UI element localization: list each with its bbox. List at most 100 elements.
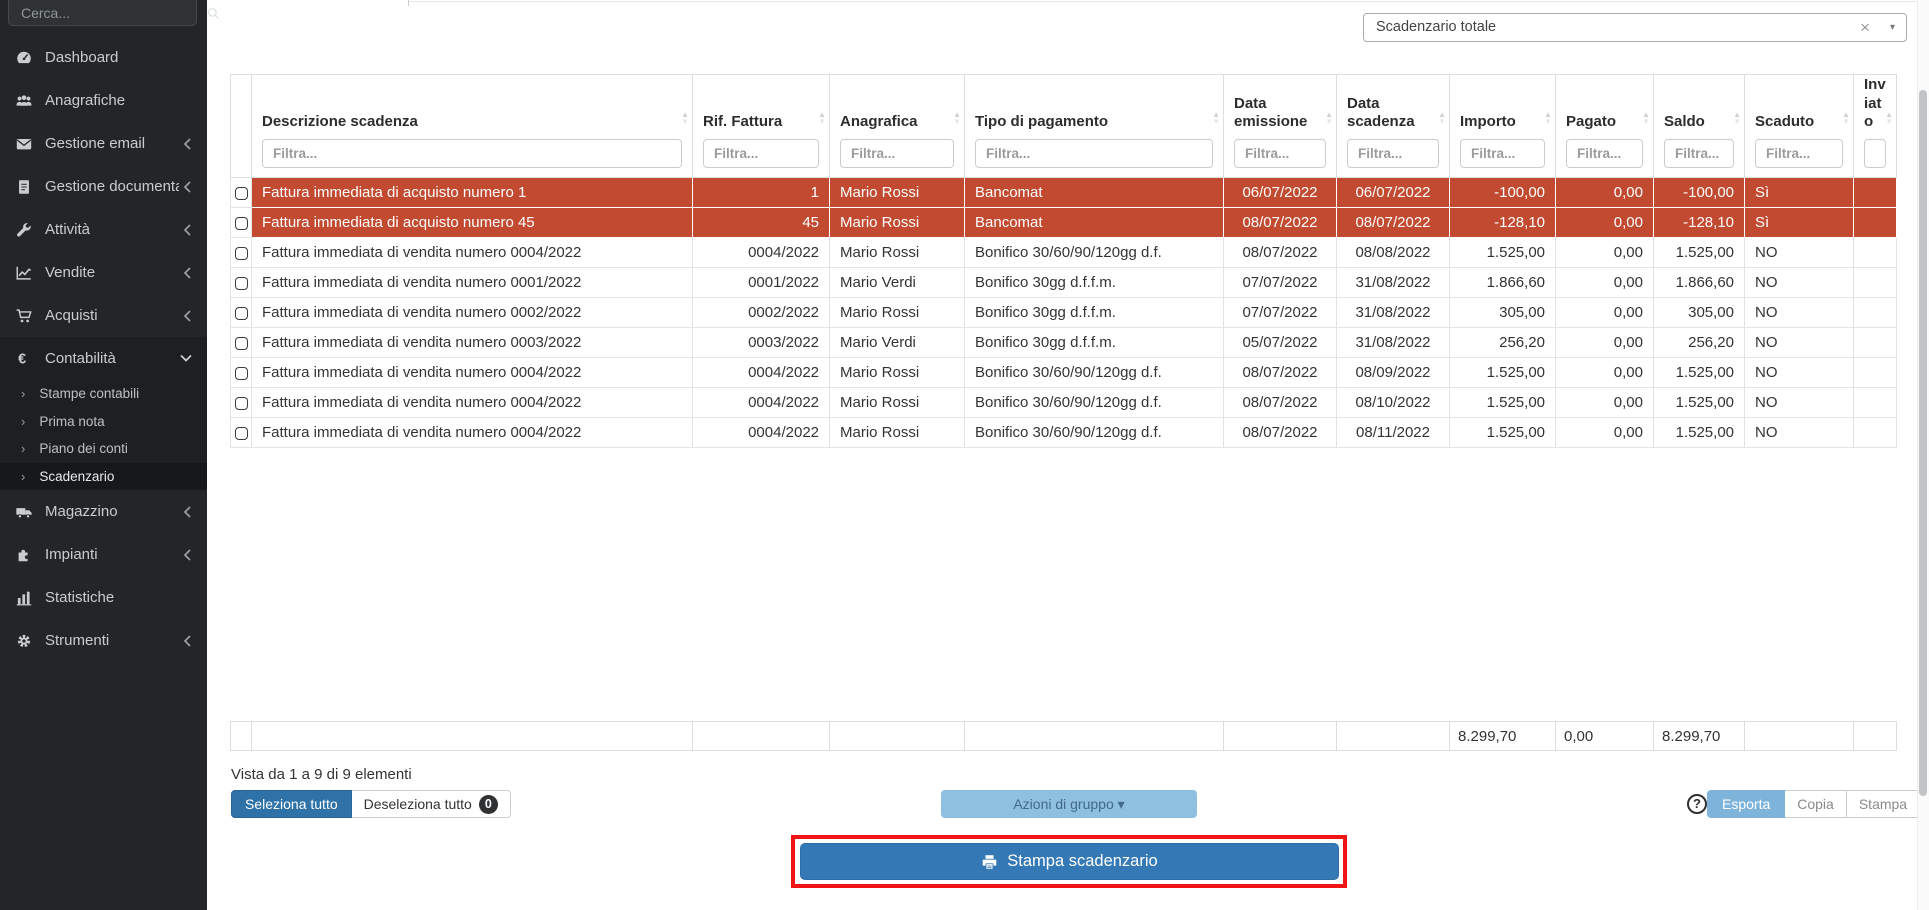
- cell-descrizione: Fattura immediata di vendita numero 0004…: [252, 388, 693, 418]
- search-input[interactable]: [9, 0, 206, 21]
- filter-input-pagamento[interactable]: [975, 139, 1213, 168]
- filter-input-anagrafica[interactable]: [840, 139, 954, 168]
- column-header-saldo[interactable]: ▲▼Saldo: [1654, 75, 1745, 178]
- filter-input-pagato[interactable]: [1566, 139, 1643, 168]
- table-row[interactable]: Fattura immediata di vendita numero 0004…: [231, 238, 1897, 268]
- sidebar-item-magazzino[interactable]: Magazzino: [0, 490, 207, 533]
- sort-icon[interactable]: ▲▼: [681, 111, 689, 125]
- cell-rif: 0003/2022: [693, 328, 830, 358]
- column-header-scadenza[interactable]: ▲▼Data scadenza: [1337, 75, 1450, 178]
- column-header-rif[interactable]: ▲▼Rif. Fattura: [693, 75, 830, 178]
- filter-input-descrizione[interactable]: [262, 139, 682, 168]
- sidebar-subitem-piano-dei-conti[interactable]: ›Piano dei conti: [0, 435, 207, 463]
- totals-inviato: [1854, 722, 1897, 751]
- filter-input-rif[interactable]: [703, 139, 819, 168]
- search-icon[interactable]: [206, 6, 221, 21]
- filter-input-importo[interactable]: [1460, 139, 1545, 168]
- sidebar-item-contabilit[interactable]: €Contabilità: [0, 337, 207, 380]
- chevron-down-icon[interactable]: ▾: [1890, 14, 1895, 41]
- row-checkbox[interactable]: [235, 247, 248, 260]
- column-header-pagamento[interactable]: ▲▼Tipo di pagamento: [965, 75, 1224, 178]
- cell-scadenza: 31/08/2022: [1337, 328, 1450, 358]
- sort-icon[interactable]: ▲▼: [953, 111, 961, 125]
- deselect-all-button[interactable]: Deseleziona tutto 0: [352, 790, 511, 818]
- row-checkbox[interactable]: [235, 397, 248, 410]
- table-row[interactable]: Fattura immediata di vendita numero 0004…: [231, 358, 1897, 388]
- table-row[interactable]: Fattura immediata di acquisto numero 11M…: [231, 178, 1897, 208]
- export-button[interactable]: Esporta: [1707, 790, 1785, 818]
- table-row[interactable]: Fattura immediata di vendita numero 0004…: [231, 388, 1897, 418]
- app-window: DashboardAnagraficheGestione emailGestio…: [0, 0, 1929, 910]
- filter-input-saldo[interactable]: [1664, 139, 1734, 168]
- sidebar-item-strumenti[interactable]: Strumenti: [0, 619, 207, 662]
- sidebar-item-attivit[interactable]: Attività: [0, 208, 207, 251]
- bar-chart-icon: [14, 589, 34, 607]
- cell-scaduto: Sì: [1745, 208, 1854, 238]
- column-header-emissione[interactable]: ▲▼Data emissione: [1224, 75, 1337, 178]
- schedule-view-select[interactable]: Scadenzario totale × ▾: [1363, 13, 1907, 42]
- cell-descrizione: Fattura immediata di acquisto numero 1: [252, 178, 693, 208]
- row-checkbox[interactable]: [235, 277, 248, 290]
- vertical-scrollbar-thumb[interactable]: [1919, 90, 1927, 796]
- row-checkbox[interactable]: [235, 337, 248, 350]
- sort-icon[interactable]: ▲▼: [1885, 111, 1893, 125]
- scadenzario-table: ▲▼Descrizione scadenza▲▼Rif. Fattura▲▼An…: [230, 74, 1896, 448]
- filter-input-emissione[interactable]: [1234, 139, 1326, 168]
- filter-input-scadenza[interactable]: [1347, 139, 1439, 168]
- row-checkbox[interactable]: [235, 427, 248, 440]
- copy-button[interactable]: Copia: [1785, 790, 1847, 818]
- column-header-descrizione[interactable]: ▲▼Descrizione scadenza: [252, 75, 693, 178]
- row-checkbox[interactable]: [235, 187, 248, 200]
- cell-anagrafica: Mario Rossi: [830, 238, 965, 268]
- filter-input-inviato[interactable]: [1864, 139, 1886, 168]
- print-schedule-button[interactable]: Stampa scadenzario: [800, 843, 1339, 880]
- print-button[interactable]: Stampa: [1847, 790, 1920, 818]
- selection-buttons: Seleziona tutto Deseleziona tutto 0: [231, 790, 511, 818]
- column-header-importo[interactable]: ▲▼Importo: [1450, 75, 1556, 178]
- column-label: Data emissione: [1234, 95, 1326, 133]
- column-header-inviato[interactable]: ▲▼Inviato: [1854, 75, 1897, 178]
- sort-icon[interactable]: ▲▼: [1842, 111, 1850, 125]
- select-all-button[interactable]: Seleziona tutto: [231, 790, 352, 818]
- table-row[interactable]: Fattura immediata di vendita numero 0004…: [231, 418, 1897, 448]
- sidebar-item-acquisti[interactable]: Acquisti: [0, 294, 207, 337]
- row-checkbox[interactable]: [235, 217, 248, 230]
- sidebar-item-impianti[interactable]: Impianti: [0, 533, 207, 576]
- sidebar-item-statistiche[interactable]: Statistiche: [0, 576, 207, 619]
- sidebar-subitem-prima-nota[interactable]: ›Prima nota: [0, 408, 207, 436]
- sort-icon[interactable]: ▲▼: [1733, 111, 1741, 125]
- column-header-anagrafica[interactable]: ▲▼Anagrafica: [830, 75, 965, 178]
- filter-input-scaduto[interactable]: [1755, 139, 1843, 168]
- sort-icon[interactable]: ▲▼: [1325, 111, 1333, 125]
- column-label: Data scadenza: [1347, 95, 1439, 133]
- table-row[interactable]: Fattura immediata di vendita numero 0001…: [231, 268, 1897, 298]
- sidebar-item-vendite[interactable]: Vendite: [0, 251, 207, 294]
- sort-icon[interactable]: ▲▼: [1544, 111, 1552, 125]
- sidebar-item-anagrafiche[interactable]: Anagrafiche: [0, 79, 207, 122]
- sidebar-subitem-stampe-contabili[interactable]: ›Stampe contabili: [0, 380, 207, 408]
- column-header-pagato[interactable]: ▲▼Pagato: [1556, 75, 1654, 178]
- column-header-scaduto[interactable]: ▲▼Scaduto: [1745, 75, 1854, 178]
- sidebar-item-dashboard[interactable]: Dashboard: [0, 36, 207, 79]
- help-icon[interactable]: ?: [1687, 794, 1707, 814]
- sidebar-item-gestione-documentale[interactable]: Gestione documentale: [0, 165, 207, 208]
- table-row[interactable]: Fattura immediata di vendita numero 0003…: [231, 328, 1897, 358]
- table-row[interactable]: Fattura immediata di vendita numero 0002…: [231, 298, 1897, 328]
- row-checkbox[interactable]: [235, 367, 248, 380]
- cell-emissione: 08/07/2022: [1224, 418, 1337, 448]
- gear-icon: [14, 632, 34, 650]
- sort-icon[interactable]: ▲▼: [1212, 111, 1220, 125]
- sort-icon[interactable]: ▲▼: [1438, 111, 1446, 125]
- sort-icon[interactable]: ▲▼: [818, 111, 826, 125]
- group-actions-button[interactable]: Azioni di gruppo ▾: [941, 790, 1197, 818]
- cell-pagato: 0,00: [1556, 328, 1654, 358]
- column-label: Scaduto: [1755, 113, 1843, 132]
- table-row[interactable]: Fattura immediata di acquisto numero 454…: [231, 208, 1897, 238]
- sidebar-item-gestione-email[interactable]: Gestione email: [0, 122, 207, 165]
- row-checkbox[interactable]: [235, 307, 248, 320]
- sort-icon[interactable]: ▲▼: [1642, 111, 1650, 125]
- sidebar-subitem-scadenzario[interactable]: ›Scadenzario: [0, 463, 207, 491]
- cell-pagamento: Bonifico 30/60/90/120gg d.f.: [965, 238, 1224, 268]
- cell-pagamento: Bonifico 30/60/90/120gg d.f.: [965, 418, 1224, 448]
- clear-selection-icon[interactable]: ×: [1860, 14, 1870, 41]
